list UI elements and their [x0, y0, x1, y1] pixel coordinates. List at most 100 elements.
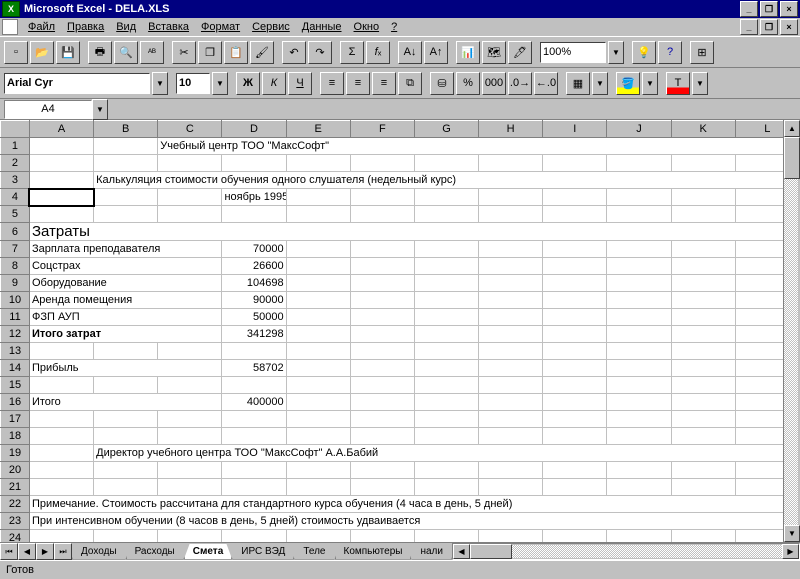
row-header[interactable]: 1: [1, 138, 30, 155]
row-header[interactable]: 20: [1, 462, 30, 479]
sort-asc-button[interactable]: A↓: [398, 41, 422, 64]
name-box[interactable]: A4: [4, 100, 92, 119]
tab-next-button[interactable]: ▶: [36, 543, 54, 560]
cell[interactable]: Калькуляция стоимости обучения одного сл…: [94, 172, 800, 189]
col-header-k[interactable]: K: [671, 121, 735, 138]
mdi-restore-button[interactable]: ❐: [760, 19, 778, 35]
col-header-j[interactable]: J: [607, 121, 671, 138]
align-right-button[interactable]: ≡: [372, 72, 396, 95]
row-header[interactable]: 22: [1, 496, 30, 513]
italic-button[interactable]: К: [262, 72, 286, 95]
col-header-b[interactable]: B: [94, 121, 158, 138]
cell[interactable]: Аренда помещения: [29, 292, 221, 309]
function-button[interactable]: fₓ: [366, 41, 390, 64]
active-cell[interactable]: [29, 189, 93, 206]
format-painter-button[interactable]: 🖌: [250, 41, 274, 64]
print-button[interactable]: 🖶: [88, 41, 112, 64]
sheet-tab-active[interactable]: Смета: [184, 544, 233, 560]
font-color-dropdown[interactable]: ▼: [692, 72, 708, 95]
fill-color-button[interactable]: 🪣: [616, 72, 640, 95]
row-header[interactable]: 19: [1, 445, 30, 462]
row-header[interactable]: 15: [1, 377, 30, 394]
bold-button[interactable]: Ж: [236, 72, 260, 95]
menu-view[interactable]: Вид: [110, 21, 142, 33]
col-header-e[interactable]: E: [286, 121, 350, 138]
vertical-scrollbar[interactable]: ▲ ▼: [783, 120, 800, 542]
row-header[interactable]: 5: [1, 206, 30, 223]
cell[interactable]: 70000: [222, 241, 286, 258]
title-bar[interactable]: X Microsoft Excel - DELA.XLS _ ❐ ×: [0, 0, 800, 18]
row-header[interactable]: 9: [1, 275, 30, 292]
scroll-left-button[interactable]: ◀: [453, 544, 470, 559]
cell[interactable]: 341298: [222, 326, 286, 343]
redo-button[interactable]: ↷: [308, 41, 332, 64]
scroll-track[interactable]: [784, 179, 798, 525]
spreadsheet-grid[interactable]: A B C D E F G H I J K L 1Учебный центр Т…: [0, 120, 800, 542]
cell[interactable]: Затраты: [29, 223, 799, 241]
col-header-c[interactable]: C: [158, 121, 222, 138]
borders-button[interactable]: ▦: [566, 72, 590, 95]
cell[interactable]: При интенсивном обучении (8 часов в день…: [29, 513, 799, 530]
menu-help[interactable]: ?: [385, 21, 403, 33]
new-button[interactable]: ▫: [4, 41, 28, 64]
font-name-input[interactable]: Arial Cyr: [4, 73, 150, 94]
underline-button[interactable]: Ч: [288, 72, 312, 95]
row-header[interactable]: 23: [1, 513, 30, 530]
align-center-button[interactable]: ≡: [346, 72, 370, 95]
show-all-icon[interactable]: ⊞: [690, 41, 714, 64]
increase-decimal-button[interactable]: .0→: [508, 72, 532, 95]
cell[interactable]: Примечание. Стоимость рассчитана для ста…: [29, 496, 799, 513]
cell[interactable]: 104698: [222, 275, 286, 292]
menu-tools[interactable]: Сервис: [246, 21, 296, 33]
map-button[interactable]: 🗺: [482, 41, 506, 64]
font-size-dropdown[interactable]: ▼: [212, 72, 228, 95]
cell[interactable]: Итого затрат: [29, 326, 221, 343]
autosum-button[interactable]: Σ: [340, 41, 364, 64]
copy-button[interactable]: ❐: [198, 41, 222, 64]
scroll-right-button[interactable]: ▶: [782, 544, 799, 559]
sort-desc-button[interactable]: A↑: [424, 41, 448, 64]
maximize-button[interactable]: ❐: [760, 1, 778, 17]
save-button[interactable]: 💾: [56, 41, 80, 64]
mdi-minimize-button[interactable]: _: [740, 19, 758, 35]
cell[interactable]: 58702: [222, 360, 286, 377]
menu-window[interactable]: Окно: [348, 21, 386, 33]
row-header[interactable]: 18: [1, 428, 30, 445]
tab-first-button[interactable]: ⏮: [0, 543, 18, 560]
help-button[interactable]: ?: [658, 41, 682, 64]
row-header[interactable]: 17: [1, 411, 30, 428]
menu-edit[interactable]: Правка: [61, 21, 110, 33]
spellcheck-button[interactable]: ᴬᴮ: [140, 41, 164, 64]
sheet-tab[interactable]: Теле: [294, 544, 334, 560]
menu-data[interactable]: Данные: [296, 21, 348, 33]
undo-button[interactable]: ↶: [282, 41, 306, 64]
row-header[interactable]: 8: [1, 258, 30, 275]
cell[interactable]: Итого: [29, 394, 221, 411]
zoom-input[interactable]: 100%: [540, 42, 606, 63]
name-box-dropdown[interactable]: ▼: [92, 99, 108, 120]
merge-center-button[interactable]: ⧉: [398, 72, 422, 95]
menu-insert[interactable]: Вставка: [142, 21, 195, 33]
paste-button[interactable]: 📋: [224, 41, 248, 64]
comma-button[interactable]: 000: [482, 72, 506, 95]
chart-button[interactable]: 📊: [456, 41, 480, 64]
cell[interactable]: Зарплата преподавателя: [29, 241, 221, 258]
font-color-button[interactable]: T: [666, 72, 690, 95]
borders-dropdown[interactable]: ▼: [592, 72, 608, 95]
scroll-thumb[interactable]: [470, 544, 512, 559]
cell[interactable]: 400000: [222, 394, 286, 411]
row-header[interactable]: 24: [1, 530, 30, 543]
zoom-dropdown[interactable]: ▼: [608, 41, 624, 64]
row-header[interactable]: 6: [1, 223, 30, 241]
drawing-button[interactable]: 🖊: [508, 41, 532, 64]
open-button[interactable]: 📂: [30, 41, 54, 64]
sheet-tab[interactable]: Расходы: [126, 544, 184, 560]
cell[interactable]: Соцстрах: [29, 258, 221, 275]
row-header[interactable]: 21: [1, 479, 30, 496]
cell[interactable]: 26600: [222, 258, 286, 275]
sheet-tab[interactable]: Компьютеры: [335, 544, 412, 560]
horizontal-scrollbar[interactable]: ◀ ▶: [452, 543, 800, 560]
col-header-f[interactable]: F: [350, 121, 414, 138]
cell[interactable]: Директор учебного центра ТОО "МаксСофт" …: [94, 445, 800, 462]
currency-button[interactable]: ⛁: [430, 72, 454, 95]
